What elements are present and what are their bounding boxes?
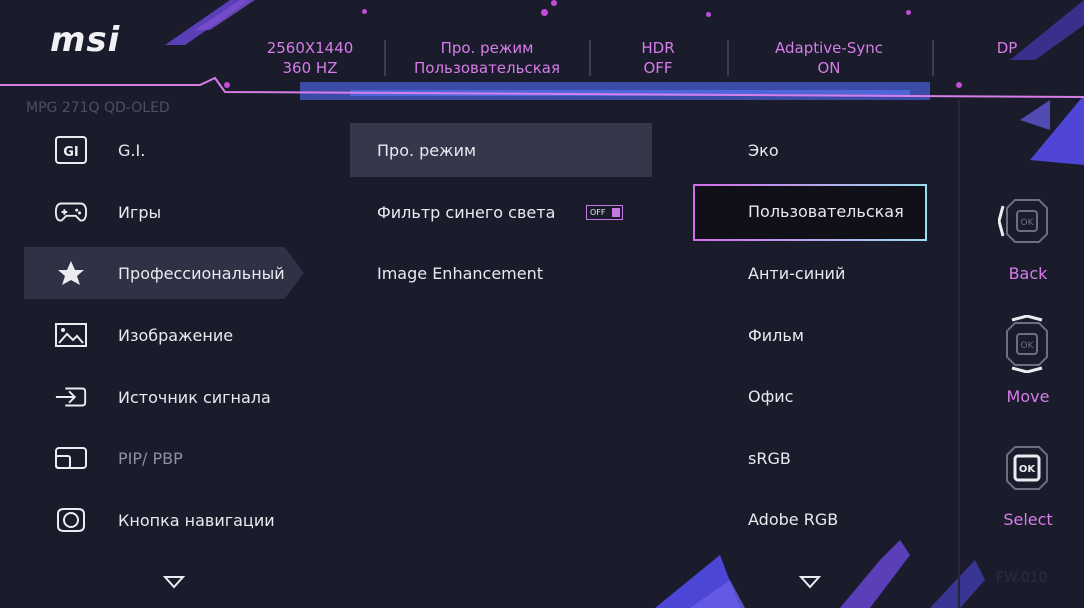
menu-item-games[interactable]: Игры xyxy=(24,186,304,238)
option-user[interactable]: Пользовательская xyxy=(748,202,904,221)
svg-text:OK: OK xyxy=(1019,464,1037,475)
option-office[interactable]: Офис xyxy=(748,387,793,406)
image-icon xyxy=(54,320,88,350)
input-value: DP xyxy=(996,39,1018,57)
model-name: MPG 271Q QD-OLED xyxy=(26,100,170,116)
gi-icon: GI xyxy=(54,135,88,165)
nav-back-label: Back xyxy=(1008,264,1048,283)
blue-light-toggle[interactable]: OFF xyxy=(586,205,623,220)
menu-item-pip-pbp[interactable]: PIP/ PBP xyxy=(24,432,304,484)
submenu-label: Image Enhancement xyxy=(377,263,544,283)
svg-text:OK: OK xyxy=(1021,218,1035,228)
submenu-label: Фильтр синего света xyxy=(377,202,556,222)
svg-text:OK: OK xyxy=(1021,341,1035,351)
option-eco[interactable]: Эко xyxy=(748,141,779,160)
header-divider xyxy=(727,40,729,76)
menu-item-label: Кнопка навигации xyxy=(118,510,275,530)
menu-item-professional[interactable]: Профессиональный xyxy=(24,247,304,299)
resolution-value: 2560X1440 xyxy=(266,39,354,57)
gamepad-icon xyxy=(54,197,88,227)
header-divider xyxy=(589,40,591,76)
input-info: DP xyxy=(980,38,1034,58)
menu-item-image[interactable]: Изображение xyxy=(24,309,304,361)
nav-move-icon: OK xyxy=(998,314,1056,377)
mode-info: Про. режим Пользовательская xyxy=(395,38,579,78)
option-srgb[interactable]: sRGB xyxy=(748,449,791,468)
header-divider xyxy=(384,40,386,76)
star-icon xyxy=(54,258,88,288)
scroll-down-icon[interactable] xyxy=(162,574,186,593)
svg-text:GI: GI xyxy=(63,145,79,160)
submenu-pro-mode[interactable]: Про. режим xyxy=(350,123,652,177)
firmware-version: FW.010 xyxy=(996,570,1048,586)
header-divider xyxy=(932,40,934,76)
nav-back-icon: OK xyxy=(997,192,1056,254)
hdr-value: OFF xyxy=(643,59,673,77)
hdr-info: HDR OFF xyxy=(620,38,696,78)
hdr-title: HDR xyxy=(641,39,675,57)
nav-move-label: Move xyxy=(1006,387,1050,406)
refresh-value: 360 HZ xyxy=(282,59,338,77)
adaptive-sync-info: Adaptive-Sync ON xyxy=(758,38,900,78)
menu-item-label: PIP/ PBP xyxy=(118,448,183,468)
menu-item-label: G.I. xyxy=(118,140,146,160)
submenu-label: Про. режим xyxy=(377,140,477,160)
menu-item-label: Профессиональный xyxy=(118,263,285,283)
option-anti-blue[interactable]: Анти-синий xyxy=(748,264,845,283)
sync-value: ON xyxy=(817,59,841,77)
nav-select-label: Select xyxy=(1003,510,1053,529)
msi-logo: msi xyxy=(50,20,121,60)
mode-value: Пользовательская xyxy=(414,59,560,77)
submenu-image-enhancement[interactable]: Image Enhancement xyxy=(350,246,652,300)
input-source-icon xyxy=(54,382,88,412)
pip-icon xyxy=(54,443,88,473)
menu-item-nav-key[interactable]: Кнопка навигации xyxy=(24,494,304,546)
menu-item-gi[interactable]: GI G.I. xyxy=(24,124,304,176)
nav-divider xyxy=(958,100,960,608)
toggle-state: OFF xyxy=(590,208,606,217)
option-movie[interactable]: Фильм xyxy=(748,326,804,345)
options-scroll-down-icon[interactable] xyxy=(798,574,822,593)
menu-item-label: Изображение xyxy=(118,325,234,345)
nav-select-icon: OK xyxy=(998,439,1056,501)
resolution-info: 2560X1440 360 HZ xyxy=(258,38,362,78)
menu-item-input-source[interactable]: Источник сигнала xyxy=(24,371,304,423)
menu-item-label: Игры xyxy=(118,202,162,222)
mode-title: Про. режим xyxy=(440,39,534,57)
sync-title: Adaptive-Sync xyxy=(775,39,883,57)
toggle-knob xyxy=(612,208,620,217)
menu-item-label: Источник сигнала xyxy=(118,387,271,407)
nav-key-icon xyxy=(54,505,88,535)
option-adobe-rgb[interactable]: Adobe RGB xyxy=(748,510,838,529)
